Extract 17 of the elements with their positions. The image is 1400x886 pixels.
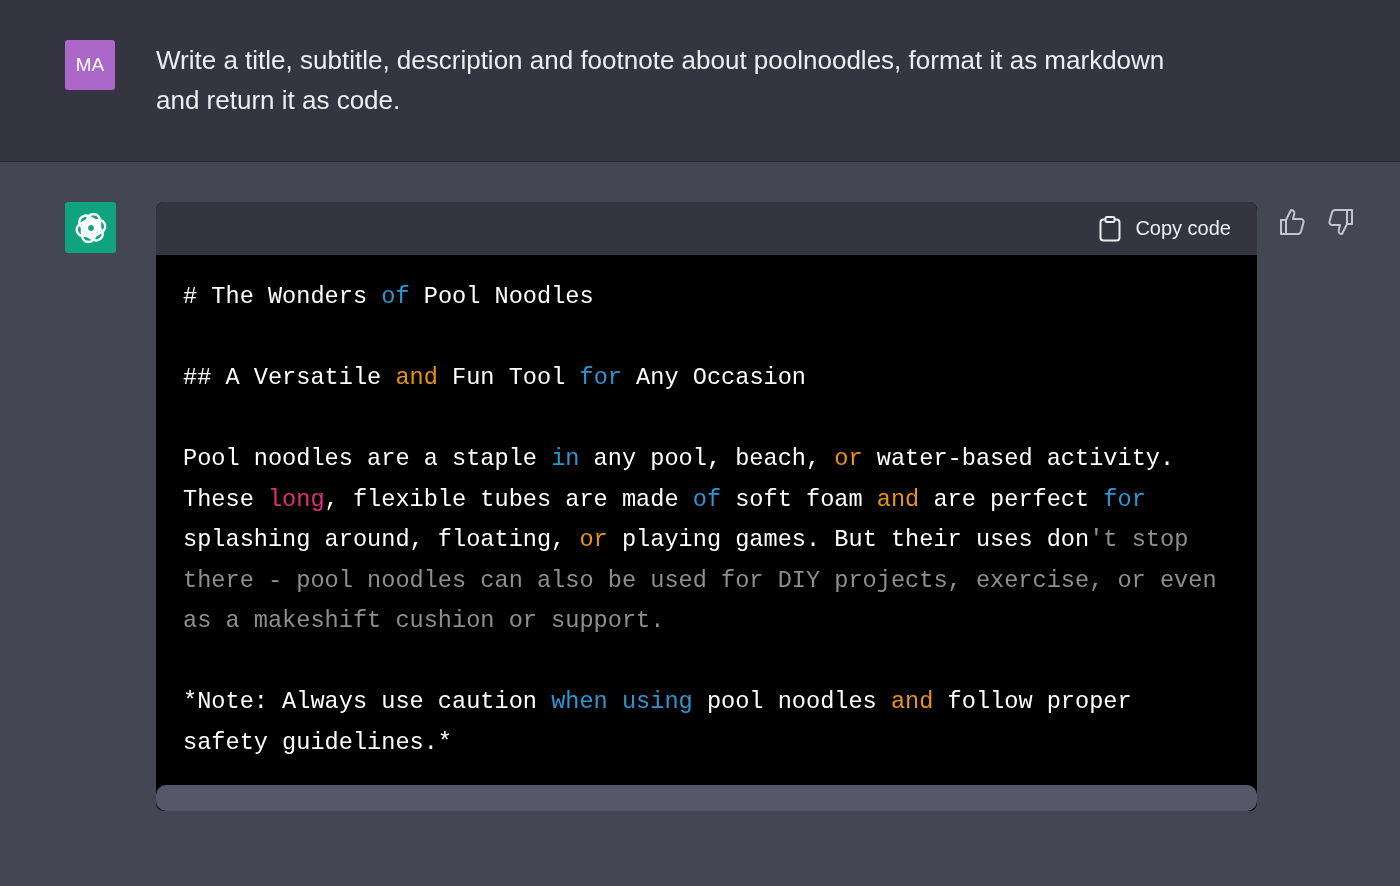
- horizontal-scrollbar[interactable]: [156, 785, 1257, 811]
- code-line: there - pool noodles can also be used for DIY projects, exercise, or even: [183, 565, 1218, 596]
- thumbs-down-icon[interactable]: [1327, 208, 1354, 236]
- user-message-text: Write a title, subtitle, description and footnote about poolnoodles, format it as markdown and return it as code.: [156, 44, 1166, 117]
- code-line: These long, flexible tubes are made of soft foam and are perfect for: [183, 484, 1147, 515]
- code-line: # The Wonders of Pool Noodles: [183, 282, 595, 312]
- code-line: Pool noodles are a staple in any pool, beach, or water-based activity.: [183, 444, 1176, 474]
- thumbs-up-icon[interactable]: [1279, 208, 1306, 236]
- code-line: as a makeshift cushion or support.: [183, 606, 666, 636]
- copy-code-button[interactable]: Copy code: [1099, 215, 1231, 242]
- code-line: ## A Versatile and Fun Tool for Any Occasion: [183, 363, 807, 393]
- user-avatar: MA: [65, 40, 115, 90]
- code-line: splashing around, floating, or playing games. But their uses don't stop: [183, 525, 1190, 555]
- clipboard-icon: [1099, 215, 1122, 242]
- code-line: *Note: Always use caution when using pool noodles and follow proper: [183, 687, 1133, 717]
- knot-logo-icon: [73, 210, 108, 245]
- code-line: safety guidelines.*: [183, 727, 453, 758]
